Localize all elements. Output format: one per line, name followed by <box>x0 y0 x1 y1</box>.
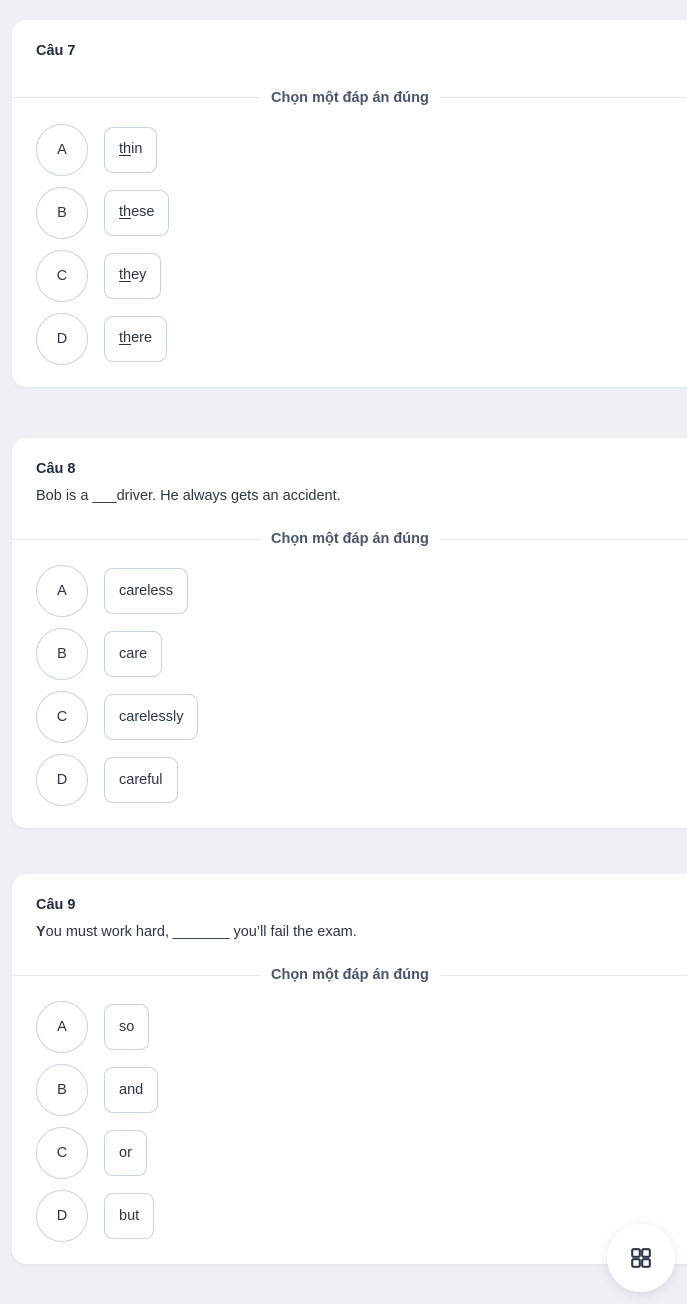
option-letter-c[interactable]: C <box>36 1127 88 1180</box>
option-underlined-part: th <box>119 204 132 221</box>
option-row[interactable]: A so <box>36 1001 687 1054</box>
question-body: Bob is a ___driver. He always gets an ac… <box>36 487 341 504</box>
divider-line-right <box>439 974 687 976</box>
question-body: ou must work hard, _______ you’ll fail t… <box>45 923 357 940</box>
option-letter-a[interactable]: A <box>36 565 88 618</box>
option-answer-c[interactable]: or <box>104 1130 147 1177</box>
option-row[interactable]: D careful <box>36 754 687 807</box>
option-letter-b[interactable]: B <box>36 628 88 681</box>
option-row[interactable]: C th ey <box>36 249 687 302</box>
option-rest-part: carelessly <box>119 709 184 726</box>
option-underlined-part: th <box>119 141 132 158</box>
choose-answer-divider-9: Chọn một đáp án đúng <box>12 967 687 983</box>
option-rest-part: ese <box>131 204 155 221</box>
option-letter-d[interactable]: D <box>36 1190 88 1243</box>
question-title-8: Câu 8 <box>36 461 76 477</box>
option-letter-b[interactable]: B <box>36 186 88 239</box>
option-answer-d[interactable]: careful <box>104 757 178 804</box>
option-underlined-part: th <box>119 330 132 347</box>
question-grid-fab[interactable] <box>607 1224 675 1292</box>
option-answer-c[interactable]: th ey <box>104 252 162 299</box>
option-rest-part: or <box>119 1145 132 1162</box>
options-list-7: A th in B th ese C th ey D th ere <box>12 106 687 387</box>
option-answer-b[interactable]: and <box>104 1067 159 1114</box>
option-row[interactable]: D but <box>36 1190 687 1243</box>
choose-answer-divider-8: Chọn một đáp án đúng <box>12 531 687 547</box>
option-answer-a[interactable]: so <box>104 1004 150 1051</box>
question-card-9: Câu 9 You must work hard, _______ you’ll… <box>12 874 687 1265</box>
option-rest-part: ey <box>131 267 147 284</box>
divider-line-left <box>12 538 260 540</box>
option-answer-b[interactable]: care <box>104 631 163 678</box>
divider-line-left <box>12 97 260 99</box>
option-letter-d[interactable]: D <box>36 754 88 807</box>
option-row[interactable]: A th in <box>36 123 687 176</box>
option-rest-part: so <box>119 1019 135 1036</box>
choose-answer-label: Chọn một đáp án đúng <box>271 531 429 548</box>
option-answer-a[interactable]: careless <box>104 568 188 615</box>
choose-answer-label: Chọn một đáp án đúng <box>271 967 429 984</box>
option-rest-part: but <box>119 1208 140 1225</box>
question-title-7: Câu 7 <box>36 43 76 59</box>
divider-line-left <box>12 974 260 976</box>
option-row[interactable]: B and <box>36 1064 687 1117</box>
option-rest-part: careless <box>119 583 173 600</box>
question-lead-bold: Y <box>36 923 46 940</box>
option-answer-b[interactable]: th ese <box>104 189 170 236</box>
grid-2x2-icon <box>629 1246 653 1270</box>
options-list-8: A careless B care C carelessly D careful <box>12 547 687 828</box>
option-letter-c[interactable]: C <box>36 691 88 744</box>
option-letter-d[interactable]: D <box>36 312 88 365</box>
choose-answer-divider-7: Chọn một đáp án đúng <box>12 90 687 106</box>
option-answer-d[interactable]: th ere <box>104 315 168 362</box>
option-row[interactable]: B care <box>36 628 687 681</box>
option-rest-part: in <box>131 141 143 158</box>
option-row[interactable]: C or <box>36 1127 687 1180</box>
choose-answer-label: Chọn một đáp án đúng <box>271 89 429 106</box>
option-letter-a[interactable]: A <box>36 123 88 176</box>
option-answer-a[interactable]: th in <box>104 126 158 173</box>
divider-line-right <box>439 97 687 99</box>
option-row[interactable]: C carelessly <box>36 691 687 744</box>
option-rest-part: ere <box>131 330 153 347</box>
question-title-9: Câu 9 <box>36 897 76 913</box>
option-rest-part: and <box>119 1082 144 1099</box>
option-underlined-part: th <box>119 267 132 284</box>
option-rest-part: careful <box>119 772 163 789</box>
option-answer-c[interactable]: carelessly <box>104 694 199 741</box>
option-answer-d[interactable]: but <box>104 1193 155 1240</box>
quiz-page: Câu 7 Chọn một đáp án đúng A th in B th es… <box>0 0 687 1304</box>
divider-line-right <box>439 538 687 540</box>
option-letter-a[interactable]: A <box>36 1001 88 1054</box>
option-letter-b[interactable]: B <box>36 1064 88 1117</box>
question-card-7: Câu 7 Chọn một đáp án đúng A th in B th es… <box>12 20 687 387</box>
option-row[interactable]: D th ere <box>36 312 687 365</box>
option-rest-part: care <box>119 646 148 663</box>
options-list-9: A so B and C or D but <box>12 983 687 1264</box>
option-letter-c[interactable]: C <box>36 249 88 302</box>
option-row[interactable]: B th ese <box>36 186 687 239</box>
question-text-8: Bob is a ___driver. He always gets an ac… <box>12 480 687 508</box>
question-text-9: You must work hard, _______ you’ll fail … <box>12 916 687 944</box>
question-card-8: Câu 8 Bob is a ___driver. He always gets… <box>12 438 687 829</box>
option-row[interactable]: A careless <box>36 565 687 618</box>
